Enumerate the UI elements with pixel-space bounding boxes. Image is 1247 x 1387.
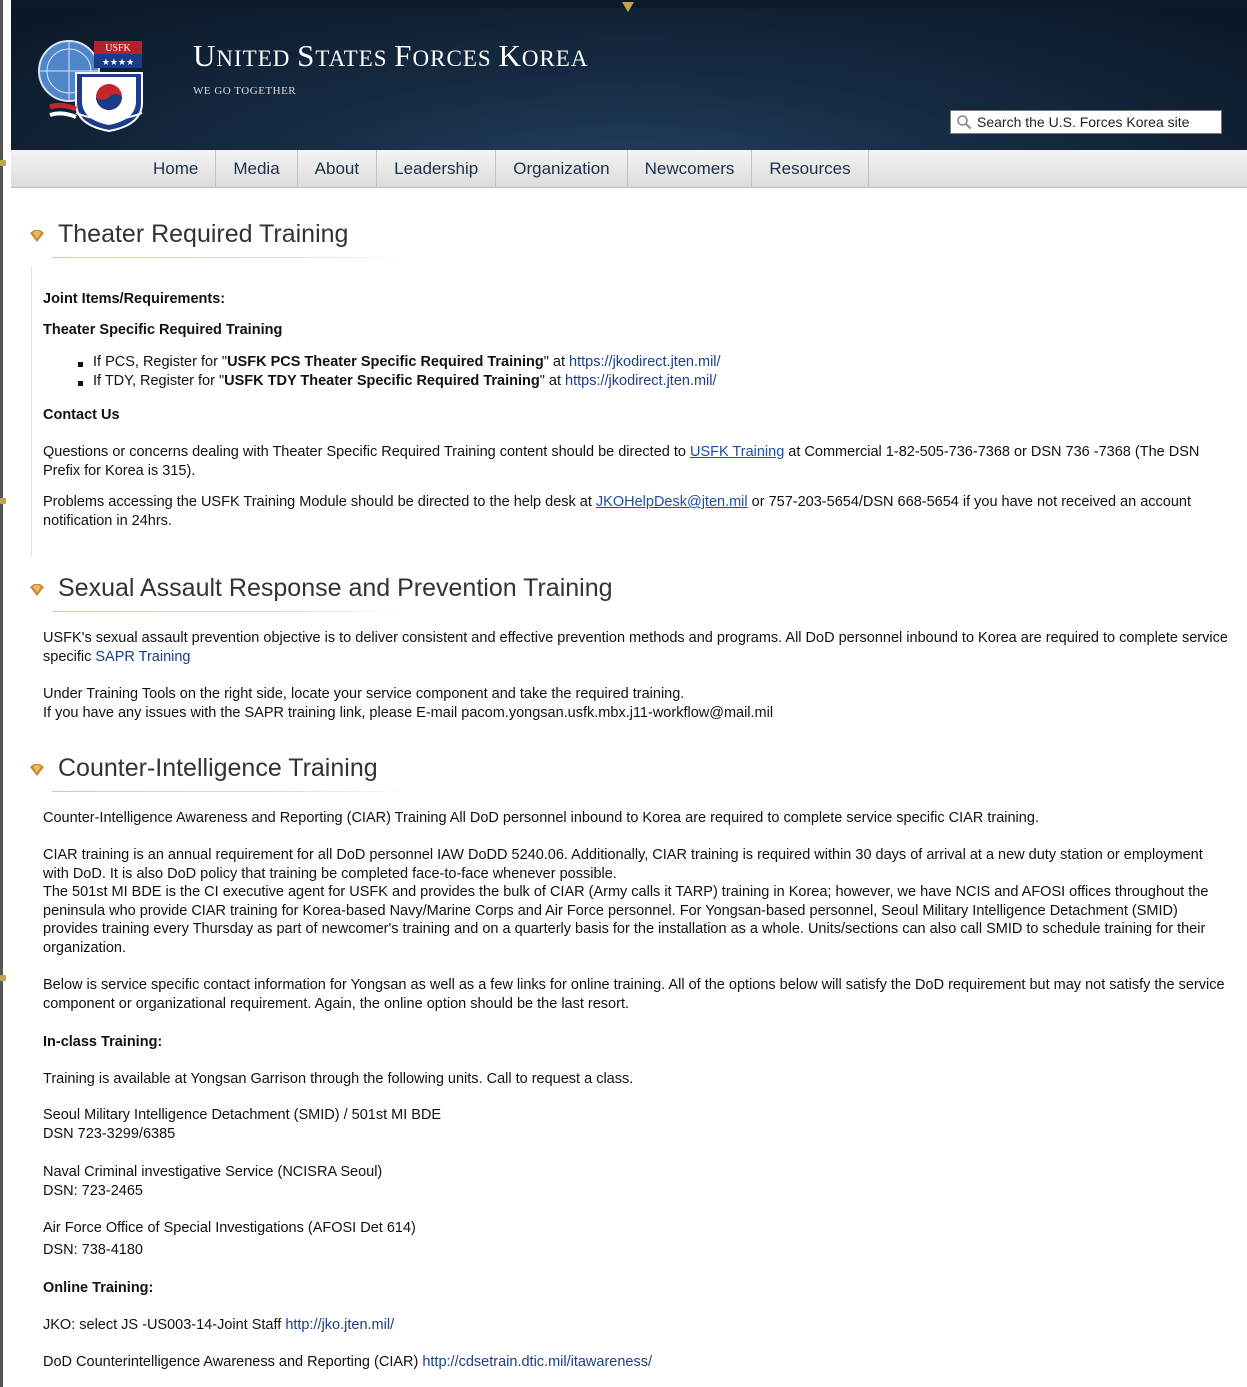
jko-link[interactable]: http://jko.jten.mil/ <box>285 1317 394 1333</box>
section-title-sapr: Sexual Assault Response and Prevention T… <box>30 574 613 603</box>
title-divider <box>52 791 412 792</box>
main-nav: Home Media About Leadership Organization… <box>11 150 1247 188</box>
border-ornament <box>0 160 6 166</box>
gold-bullet-icon <box>30 229 44 242</box>
ciar-contact-info-paragraph: Below is service specific contact inform… <box>43 977 1225 1012</box>
jko-training-text: JKO: select JS -US003-14-Joint Staff htt… <box>43 1317 395 1333</box>
contact-paragraph-helpdesk: Problems accessing the USFK Training Mod… <box>43 494 1191 529</box>
nav-item-organization[interactable]: Organization <box>496 150 628 188</box>
nav-item-home[interactable]: Home <box>136 150 217 188</box>
contact-paragraph-training: Questions or concerns dealing with Theat… <box>43 444 1200 479</box>
afosi-phone: DSN: 738-4180 <box>43 1242 143 1258</box>
jkodirect-link[interactable]: https://jkodirect.jten.mil/ <box>569 354 721 370</box>
site-title[interactable]: UNITED STATES FORCES KOREA <box>193 38 588 74</box>
list-item-pcs: If PCS, Register for "USFK PCS Theater S… <box>43 353 1228 372</box>
site-search-box[interactable]: Search the U.S. Forces Korea site <box>950 110 1222 134</box>
joint-items-heading: Joint Items/Requirements: <box>43 291 226 307</box>
ncis-phone: DSN: 723-2465 <box>43 1183 143 1199</box>
usfk-training-link[interactable]: USFK Training <box>690 444 784 460</box>
search-icon[interactable] <box>951 111 977 133</box>
section-title-theater: Theater Required Training <box>30 220 348 249</box>
site-header: USFK ★★★★ UNITED STATES FORCES KOREA WE … <box>11 0 1247 150</box>
jkodirect-link[interactable]: https://jkodirect.jten.mil/ <box>565 373 717 389</box>
nav-item-newcomers[interactable]: Newcomers <box>628 150 753 188</box>
border-ornament <box>0 975 6 981</box>
svg-text:USFK: USFK <box>105 43 131 54</box>
online-training-heading: Online Training: <box>43 1280 154 1296</box>
gold-bullet-icon <box>30 763 44 776</box>
section-title-ci: Counter-Intelligence Training <box>30 754 378 783</box>
nav-item-media[interactable]: Media <box>216 150 298 188</box>
contact-us-heading: Contact Us <box>43 407 120 423</box>
in-class-intro-text: Training is available at Yongsan Garriso… <box>43 1071 634 1087</box>
nav-item-leadership[interactable]: Leadership <box>377 150 497 188</box>
ciar-501st-paragraph: The 501st MI BDE is the CI executive age… <box>43 884 1209 956</box>
title-divider <box>52 257 412 258</box>
ncis-unit-name: Naval Criminal investigative Service (NC… <box>43 1164 383 1180</box>
nav-item-about[interactable]: About <box>298 150 378 188</box>
ciar-requirement-paragraph: CIAR training is an annual requirement f… <box>43 847 1203 882</box>
title-divider <box>52 611 412 612</box>
in-class-training-heading: In-class Training: <box>43 1034 163 1050</box>
list-item-tdy: If TDY, Register for "USFK TDY Theater S… <box>43 372 1228 391</box>
training-registration-list: If PCS, Register for "USFK PCS Theater S… <box>43 353 1228 391</box>
page-left-border <box>0 0 7 1387</box>
sapr-training-tools-text: Under Training Tools on the right side, … <box>43 686 685 702</box>
cdsetrain-link[interactable]: http://cdsetrain.dtic.mil/itawareness/ <box>422 1354 652 1370</box>
smid-phone: DSN 723-3299/6385 <box>43 1126 176 1142</box>
search-input[interactable]: Search the U.S. Forces Korea site <box>977 114 1189 130</box>
sapr-training-link[interactable]: SAPR Training <box>95 649 190 665</box>
nav-item-resources[interactable]: Resources <box>752 150 869 188</box>
border-ornament <box>0 498 6 504</box>
header-gem-icon <box>622 2 634 12</box>
jko-helpdesk-email-link[interactable]: JKOHelpDesk@jten.mil <box>596 494 748 510</box>
sapr-email-text: If you have any issues with the SAPR tra… <box>43 705 774 721</box>
section-left-rule <box>31 266 32 556</box>
gold-bullet-icon <box>30 583 44 596</box>
theater-specific-heading: Theater Specific Required Training <box>43 322 283 338</box>
sapr-objective-paragraph: USFK's sexual assault prevention objecti… <box>43 630 1228 665</box>
usfk-emblem-logo[interactable]: USFK ★★★★ <box>36 33 148 133</box>
afosi-unit-name: Air Force Office of Special Investigatio… <box>43 1220 416 1236</box>
svg-text:★★★★: ★★★★ <box>102 57 134 67</box>
dod-ciar-training-text: DoD Counterintelligence Awareness and Re… <box>43 1354 653 1370</box>
site-motto: WE GO TOGETHER <box>193 85 297 97</box>
ciar-intro-paragraph: Counter-Intelligence Awareness and Repor… <box>43 810 1039 826</box>
smid-unit-name: Seoul Military Intelligence Detachment (… <box>43 1107 442 1123</box>
